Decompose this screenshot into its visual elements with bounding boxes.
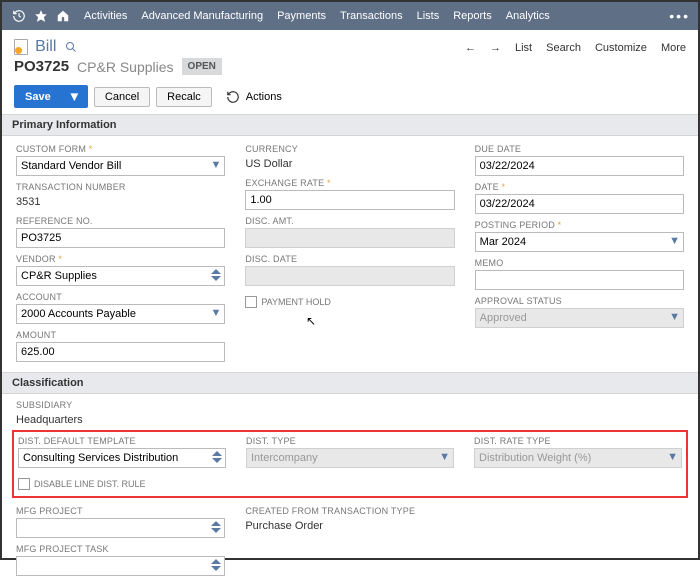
nav-menu: Activities Advanced Manufacturing Paymen… [84, 10, 550, 22]
prev-icon[interactable]: ← [465, 42, 476, 54]
label-exchange-rate: EXCHANGE RATE [245, 178, 454, 188]
exchange-rate-input[interactable] [245, 190, 454, 210]
dist-type-select [246, 448, 454, 468]
star-icon[interactable] [32, 7, 50, 25]
label-amount: AMOUNT [16, 330, 225, 340]
save-dropdown[interactable]: ▼ [61, 85, 88, 108]
nav-item[interactable]: Lists [417, 10, 440, 22]
label-subsidiary: SUBSIDIARY [16, 400, 684, 410]
disc-date-input [245, 266, 454, 286]
classification-extra: MFG PROJECT MFG PROJECT TASK CREATED FRO… [2, 504, 698, 586]
dist-rate-type-select [474, 448, 682, 468]
primary-form: CUSTOM FORM ▼ TRANSACTION NUMBER 3531 RE… [2, 136, 698, 372]
toolbar: Save ▼ Cancel Recalc Actions [2, 79, 698, 114]
section-classification: Classification [2, 372, 698, 394]
record-type: Bill [35, 38, 56, 56]
label-vendor: VENDOR [16, 254, 225, 264]
tran-num-value: 3531 [16, 194, 225, 210]
search-icon[interactable] [65, 41, 77, 53]
more-link[interactable]: More [661, 42, 686, 54]
recalc-button[interactable]: Recalc [156, 87, 212, 107]
approval-select [475, 308, 684, 328]
currency-value: US Dollar [245, 156, 454, 172]
label-custom-form: CUSTOM FORM [16, 144, 225, 154]
label-ref-no: REFERENCE NO. [16, 216, 225, 226]
search-link[interactable]: Search [546, 42, 581, 54]
save-button-split: Save ▼ [14, 85, 88, 108]
label-disc-date: DISC. DATE [245, 254, 454, 264]
more-icon[interactable]: ••• [669, 8, 690, 24]
memo-input[interactable] [475, 270, 684, 290]
label-dist-template: DIST. DEFAULT TEMPLATE [18, 436, 226, 446]
amount-input[interactable] [16, 342, 225, 362]
list-link[interactable]: List [515, 42, 532, 54]
cancel-button[interactable]: Cancel [94, 87, 150, 107]
label-dist-rate-type: DIST. RATE TYPE [474, 436, 682, 446]
dist-template-select[interactable] [18, 448, 226, 468]
label-account: ACCOUNT [16, 292, 225, 302]
mfg-project-select[interactable] [16, 518, 225, 538]
home-icon[interactable] [54, 7, 72, 25]
record-header: Bill PO3725 CP&R Supplies OPEN ← → List … [2, 30, 698, 79]
posting-select[interactable] [475, 232, 684, 252]
label-mfg-project: MFG PROJECT [16, 506, 225, 516]
status-badge: OPEN [182, 58, 222, 75]
history-icon[interactable] [10, 7, 28, 25]
label-due-date: DUE DATE [475, 144, 684, 154]
top-nav: Activities Advanced Manufacturing Paymen… [2, 2, 698, 30]
subsidiary-value: Headquarters [16, 412, 684, 428]
disable-rule-checkbox[interactable] [18, 478, 30, 490]
next-icon[interactable]: → [490, 42, 501, 54]
actions-icon [226, 90, 240, 104]
disc-amt-input [245, 228, 454, 248]
label-disc-amt: DISC. AMT. [245, 216, 454, 226]
doc-icon [14, 39, 28, 55]
label-approval: APPROVAL STATUS [475, 296, 684, 306]
label-currency: CURRENCY [245, 144, 454, 154]
label-date: DATE [475, 182, 684, 192]
date-input[interactable] [475, 194, 684, 214]
dist-highlight: DIST. DEFAULT TEMPLATE DISABLE LINE DIST… [12, 430, 688, 498]
actions-label: Actions [246, 91, 282, 103]
label-mfg-project-task: MFG PROJECT TASK [16, 544, 225, 554]
nav-item[interactable]: Advanced Manufacturing [141, 10, 263, 22]
customize-link[interactable]: Customize [595, 42, 647, 54]
nav-item[interactable]: Analytics [506, 10, 550, 22]
nav-item[interactable]: Payments [277, 10, 326, 22]
nav-item[interactable]: Reports [453, 10, 492, 22]
label-payment-hold: PAYMENT HOLD [261, 297, 331, 307]
record-id: PO3725 [14, 58, 69, 75]
label-dist-type: DIST. TYPE [246, 436, 454, 446]
vendor-select[interactable] [16, 266, 225, 286]
label-disable-rule: DISABLE LINE DIST. RULE [34, 479, 146, 489]
mfg-project-task-select[interactable] [16, 556, 225, 576]
label-created-from: CREATED FROM TRANSACTION TYPE [245, 506, 454, 516]
account-select[interactable] [16, 304, 225, 324]
actions-menu[interactable]: Actions [226, 90, 282, 104]
created-from-value: Purchase Order [245, 518, 454, 534]
vendor-name: CP&R Supplies [77, 59, 174, 75]
section-primary: Primary Information [2, 114, 698, 136]
due-date-input[interactable] [475, 156, 684, 176]
label-tran-num: TRANSACTION NUMBER [16, 182, 225, 192]
nav-item[interactable]: Transactions [340, 10, 403, 22]
label-memo: MEMO [475, 258, 684, 268]
nav-item[interactable]: Activities [84, 10, 127, 22]
payment-hold-checkbox[interactable] [245, 296, 257, 308]
ref-no-input[interactable] [16, 228, 225, 248]
custom-form-select[interactable] [16, 156, 225, 176]
save-button[interactable]: Save [14, 85, 61, 108]
label-posting: POSTING PERIOD [475, 220, 684, 230]
